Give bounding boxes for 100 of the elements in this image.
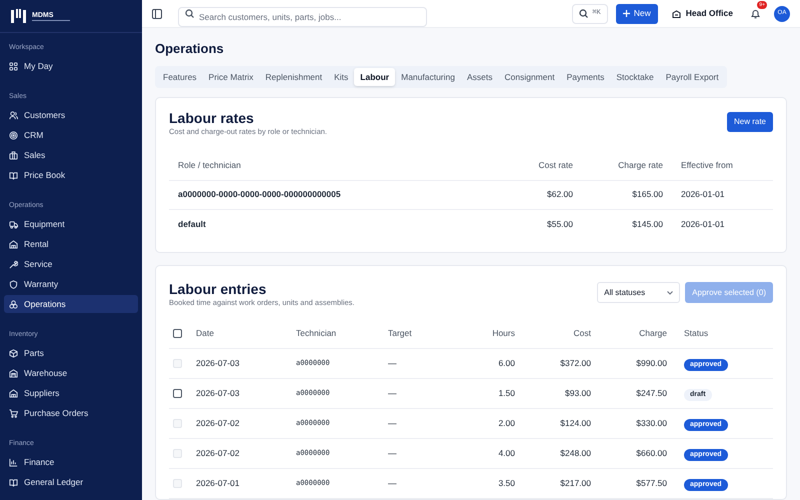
column-header: Hours [465, 318, 515, 348]
nav-icon [9, 62, 18, 70]
tab[interactable]: Manufacturing [395, 68, 461, 86]
column-header: Status [667, 318, 773, 348]
branch-button[interactable]: Head Office [666, 4, 739, 24]
column-header: Charge [591, 318, 667, 348]
nav-icon [9, 408, 18, 418]
section-title: Labour rates [169, 111, 255, 126]
tab[interactable]: Price Matrix [202, 68, 260, 86]
nav-icon [9, 240, 18, 248]
sidebar-item[interactable]: General Ledger [4, 473, 138, 491]
column-header: Date [196, 318, 296, 348]
nav-icon [9, 458, 18, 466]
table-cell: 2026-07-01 [196, 468, 296, 498]
nav-icon [9, 478, 18, 486]
sidebar-item[interactable]: Warranty [4, 275, 138, 293]
tab[interactable]: Stocktake [610, 68, 660, 86]
table-cell: 2026-01-01 [663, 180, 773, 210]
nav-icon [9, 170, 18, 180]
table-cell: $248.00 [515, 438, 591, 468]
nav-icon [9, 260, 18, 268]
sidebar-item[interactable]: Rental [4, 235, 138, 253]
nav-icon [9, 348, 18, 358]
table-cell: $660.00 [591, 438, 667, 468]
sidebar-item[interactable]: Finance [4, 453, 138, 471]
tab[interactable]: Assets [460, 68, 498, 86]
sidebar-item[interactable]: Customers [4, 106, 138, 124]
sidebar-item[interactable]: Suppliers [4, 384, 138, 402]
table-cell: — [388, 378, 465, 408]
tab[interactable]: Payroll Export [660, 68, 725, 86]
table-cell: a0000000-0000-0000-0000-000000000005 [169, 180, 483, 210]
search-field[interactable]: Search customers, units, parts, jobs... [178, 6, 427, 26]
sidebar-item[interactable]: Sales [4, 146, 138, 164]
sidebar-item[interactable]: Purchase Orders [4, 404, 138, 422]
table-cell: $145.00 [573, 209, 663, 238]
table-cell: 2026-07-03 [196, 378, 296, 408]
tab[interactable]: Consignment [498, 68, 561, 86]
column-header: Cost [515, 318, 591, 348]
tab[interactable]: Labour [354, 68, 396, 86]
table-cell: $124.00 [515, 408, 591, 438]
column-header: Effective from [663, 151, 773, 180]
status-dropdown[interactable]: All statuses [597, 282, 680, 304]
building-icon [672, 10, 681, 18]
table-cell: 2.00 [465, 408, 515, 438]
table-cell: — [388, 438, 465, 468]
column-header: Technician [296, 318, 388, 348]
search-icon [185, 9, 194, 18]
sidebar-item[interactable]: CRM [4, 126, 138, 144]
tab[interactable]: Replenishment [259, 68, 328, 86]
table-cell: $247.50 [591, 378, 667, 408]
sidebar-toggle-icon[interactable] [152, 8, 162, 18]
table-cell: $93.00 [515, 378, 591, 408]
new-button[interactable]: New [616, 4, 658, 24]
sidebar-item[interactable]: My Day [4, 57, 138, 75]
nav-icon [9, 150, 18, 160]
nav-icon [9, 280, 18, 288]
nav-icon [9, 388, 18, 398]
sidebar-item[interactable]: Parts [4, 344, 138, 362]
nav-icon [9, 220, 18, 228]
table-cell: $165.00 [573, 180, 663, 210]
table-cell: $990.00 [591, 348, 667, 378]
table-cell: 2026-07-02 [196, 408, 296, 438]
table-cell: 6.00 [465, 348, 515, 378]
table-cell: — [388, 348, 465, 378]
table-cell: 1.50 [465, 378, 515, 408]
nav-icon [9, 110, 18, 120]
table-cell: 2026-07-03 [196, 348, 296, 378]
column-header: Target [388, 318, 465, 348]
bell-icon[interactable] [750, 8, 760, 18]
table-cell: $62.00 [483, 180, 573, 210]
new-rate-button[interactable]: New rate [726, 112, 773, 132]
nav-icon [9, 300, 18, 308]
sidebar-item[interactable]: Price Book [4, 166, 138, 184]
chevron-down-icon [667, 290, 674, 295]
tab[interactable]: Kits [328, 68, 354, 86]
search-icon [579, 9, 588, 18]
table-cell: $577.50 [591, 468, 667, 498]
sidebar-item[interactable]: Operations [4, 295, 138, 313]
sidebar-item[interactable]: Equipment [4, 215, 138, 233]
plus-icon [622, 10, 630, 17]
table-cell: — [388, 468, 465, 498]
tab[interactable]: Features [157, 68, 203, 86]
sidebar-item[interactable]: Warehouse [4, 364, 138, 382]
page-title: Operations [155, 41, 225, 57]
table-cell: default [169, 209, 483, 238]
table-cell: 4.00 [465, 438, 515, 468]
sidebar-item[interactable]: Service [4, 255, 138, 273]
nav-icon [9, 130, 18, 140]
column-header: Cost rate [483, 151, 573, 180]
table-cell: 2026-01-01 [663, 209, 773, 238]
section-title: Labour entries [169, 282, 268, 298]
checkbox[interactable] [173, 389, 182, 398]
table-cell: 2026-07-02 [196, 438, 296, 468]
column-header: Charge rate [573, 151, 663, 180]
checkbox[interactable] [173, 329, 182, 338]
tab[interactable]: Payments [560, 68, 610, 86]
table-cell: $330.00 [591, 408, 667, 438]
nav-icon [9, 368, 18, 378]
column-header: Role / technician [169, 151, 483, 180]
table-cell: $372.00 [515, 348, 591, 378]
